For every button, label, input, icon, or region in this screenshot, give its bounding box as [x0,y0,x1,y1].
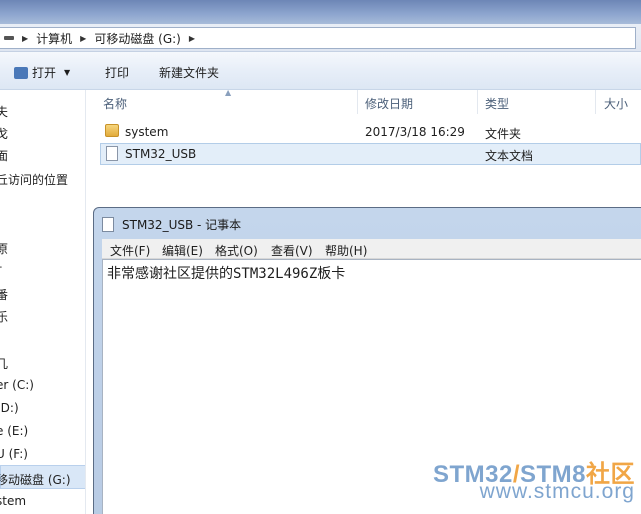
menu-view[interactable]: 查看(V) [271,242,313,259]
nav-item-recent-places[interactable]: 丘访问的位置 [0,171,68,188]
dropdown-arrow-icon: ▼ [64,68,71,77]
chevron-right-icon[interactable]: ▶ [22,34,28,43]
notepad-content: 非常感谢社区提供的STM32L496Z板卡 [107,266,346,282]
column-header-name[interactable]: ▲ 名称 [87,88,358,114]
column-header-size[interactable]: 大小 [596,90,641,114]
breadcrumb-computer[interactable]: 计算机 [36,30,72,47]
folder-icon [105,124,119,137]
file-name: system [125,125,169,139]
notepad-titlebar[interactable]: STM32_USB - 记事本 [102,214,241,234]
nav-item[interactable]: 几 [0,355,8,372]
open-label: 打开 [32,66,57,80]
notepad-menubar: 文件(F) 编辑(E) 格式(O) 查看(V) 帮助(H) [102,239,641,259]
menu-file[interactable]: 文件(F) [110,242,150,259]
nav-item-system[interactable]: stem [0,494,26,508]
nav-item-drive-e[interactable]: e (E:) [0,424,28,438]
open-button[interactable]: 打开 ▼ [14,64,70,81]
breadcrumb-drive-g[interactable]: 可移动磁盘 (G:) [94,30,181,47]
drive-icon [4,36,14,40]
print-button[interactable]: 打印 [105,64,129,81]
column-header-date[interactable]: 修改日期 [358,90,478,114]
sort-ascending-icon: ▲ [225,88,232,97]
file-name: STM32_USB [125,147,197,161]
nav-item[interactable]: 戈 [0,125,8,142]
nav-item-drive-d[interactable]: (D:) [0,401,19,415]
file-row-system[interactable]: system 2017/3/18 16:29 文件夹 [100,121,641,143]
nav-item[interactable]: 乐 [0,308,8,325]
file-row-stm32-usb[interactable]: STM32_USB 文本文档 [100,143,641,165]
address-field[interactable]: ▶ 计算机 ▶ 可移动磁盘 (G:) ▶ [0,27,636,49]
nav-item[interactable]: 夫 [0,103,8,120]
watermark-url: www.stmcu.org [479,480,635,503]
command-toolbar: 打开 ▼ 打印 新建文件夹 [0,52,641,90]
nav-item-drive-c[interactable]: er (C:) [0,378,34,392]
window-titlebar [0,0,641,24]
notepad-title: STM32_USB - 记事本 [122,217,242,232]
column-name-label: 名称 [103,97,128,111]
file-type: 文本文档 [485,149,534,163]
text-file-icon [106,146,118,161]
navigation-pane: 夫 戈 面 丘访问的位置 原 † 番 乐 几 er (C:) (D:) e (E… [0,90,86,514]
open-icon [14,66,28,79]
nav-item-drive-f[interactable]: U (F:) [0,447,28,461]
menu-help[interactable]: 帮助(H) [325,242,367,259]
nav-item-drive-g[interactable]: 移动磁盘 (G:) [0,471,71,488]
notepad-icon [102,216,114,232]
chevron-right-icon[interactable]: ▶ [80,34,86,43]
file-type: 文件夹 [485,127,522,141]
file-date: 2017/3/18 16:29 [365,125,465,139]
nav-item[interactable]: 面 [0,147,8,164]
menu-edit[interactable]: 编辑(E) [162,242,203,259]
chevron-right-icon[interactable]: ▶ [189,34,195,43]
nav-item[interactable]: † [0,262,2,276]
menu-format[interactable]: 格式(O) [215,242,258,259]
nav-item[interactable]: 番 [0,286,8,303]
new-folder-button[interactable]: 新建文件夹 [159,64,219,81]
nav-item[interactable]: 原 [0,240,8,257]
column-header-type[interactable]: 类型 [478,90,596,114]
address-bar: ▶ 计算机 ▶ 可移动磁盘 (G:) ▶ [0,24,641,52]
